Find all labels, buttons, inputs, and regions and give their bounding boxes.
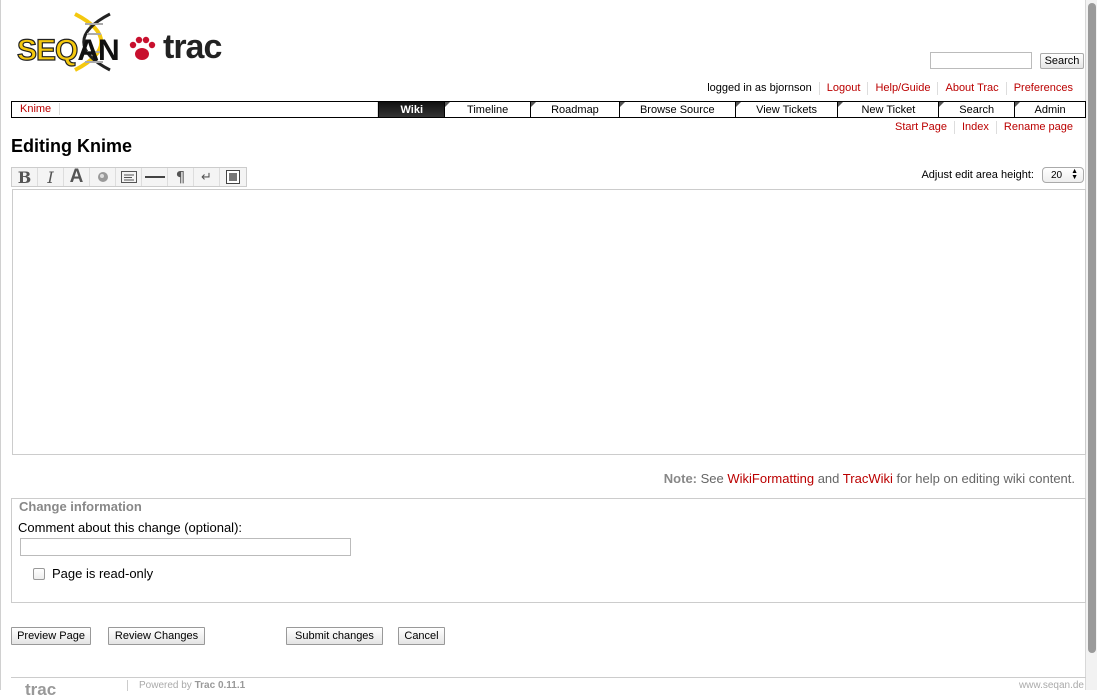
breadcrumb-knime-link[interactable]: Knime bbox=[20, 103, 61, 115]
site-url[interactable]: www.seqan.de bbox=[1019, 680, 1084, 691]
tab-timeline[interactable]: Timeline bbox=[444, 102, 530, 117]
vertical-scrollbar[interactable] bbox=[1085, 0, 1097, 690]
bold-icon[interactable]: B bbox=[12, 168, 38, 187]
breadcrumb: Knime bbox=[12, 102, 379, 117]
readonly-checkbox[interactable] bbox=[33, 567, 45, 580]
image-icon[interactable] bbox=[220, 168, 246, 186]
italic-icon[interactable]: I bbox=[38, 168, 64, 187]
adjust-height: Adjust edit area height: 20 ▲ ▼ bbox=[921, 167, 1084, 183]
tab-search[interactable]: Search bbox=[938, 102, 1014, 117]
logo-trac-text: trac bbox=[163, 28, 222, 66]
stepper-arrows-icon: ▲ ▼ bbox=[1071, 168, 1078, 181]
rename-page-link[interactable]: Rename page bbox=[1004, 121, 1073, 133]
preferences-link[interactable]: Preferences bbox=[1014, 82, 1073, 94]
main-nav: Knime Wiki Timeline Roadmap Browse Sourc… bbox=[11, 101, 1086, 118]
about-trac-link[interactable]: About Trac bbox=[945, 82, 998, 94]
help-guide-link[interactable]: Help/Guide bbox=[875, 82, 930, 94]
paragraph-icon[interactable]: ¶ bbox=[168, 168, 194, 186]
horizontal-rule-icon[interactable] bbox=[142, 168, 168, 186]
footer-trac-logo[interactable]: trac bbox=[25, 680, 56, 700]
logout-link[interactable]: Logout bbox=[827, 82, 861, 94]
line-break-icon[interactable]: ↵ bbox=[194, 168, 220, 186]
trac-version-link[interactable]: Trac 0.11.1 bbox=[195, 680, 246, 691]
tab-new-ticket[interactable]: New Ticket bbox=[837, 102, 938, 117]
tab-roadmap[interactable]: Roadmap bbox=[530, 102, 619, 117]
heading-icon[interactable]: A bbox=[64, 166, 90, 187]
page-title: Editing Knime bbox=[11, 136, 132, 156]
readonly-option: Page is read-only bbox=[33, 566, 153, 581]
link-icon[interactable] bbox=[90, 168, 116, 186]
paw-print-icon bbox=[129, 36, 156, 60]
edit-height-select[interactable]: 20 ▲ ▼ bbox=[1042, 167, 1084, 183]
meta-nav: logged in as bjornson Logout Help/Guide … bbox=[700, 82, 1080, 95]
search-input[interactable] bbox=[930, 52, 1032, 69]
adjust-height-label: Adjust edit area height: bbox=[921, 169, 1034, 181]
powered-by: Powered by Trac 0.11.1 bbox=[127, 680, 245, 691]
help-note: Note: See WikiFormatting and TracWiki fo… bbox=[663, 471, 1075, 486]
comment-input[interactable] bbox=[20, 538, 351, 556]
cancel-button[interactable]: Cancel bbox=[398, 627, 445, 645]
logged-in-user: logged in as bjornson bbox=[707, 82, 812, 94]
submit-changes-button[interactable]: Submit changes bbox=[286, 627, 383, 645]
review-changes-button[interactable]: Review Changes bbox=[108, 627, 205, 645]
preview-page-button[interactable]: Preview Page bbox=[11, 627, 91, 645]
wiki-text-editor[interactable] bbox=[12, 189, 1086, 455]
change-information-legend: Change information bbox=[16, 499, 145, 514]
context-nav: Start Page Index Rename page bbox=[888, 121, 1080, 134]
readonly-label: Page is read-only bbox=[52, 566, 154, 581]
scrollbar-thumb[interactable] bbox=[1088, 3, 1096, 653]
tab-view-tickets[interactable]: View Tickets bbox=[734, 102, 838, 117]
site-logo[interactable]: SEQAN trac bbox=[15, 12, 230, 72]
tab-admin[interactable]: Admin bbox=[1014, 102, 1085, 117]
code-block-icon[interactable] bbox=[116, 168, 142, 186]
search-button[interactable]: Search bbox=[1040, 53, 1084, 69]
comment-label: Comment about this change (optional): bbox=[18, 520, 243, 535]
trac-wiki-link[interactable]: TracWiki bbox=[843, 471, 893, 486]
tab-wiki[interactable]: Wiki bbox=[378, 102, 445, 117]
start-page-link[interactable]: Start Page bbox=[895, 121, 947, 133]
wiki-formatting-link[interactable]: WikiFormatting bbox=[727, 471, 814, 486]
index-link[interactable]: Index bbox=[962, 121, 989, 133]
logo-seqan-text: SEQAN bbox=[16, 33, 119, 67]
wiki-toolbar: B I A ¶ ↵ bbox=[11, 166, 247, 187]
footer: trac Powered by Trac 0.11.1 www.seqan.de bbox=[11, 677, 1086, 699]
tab-browse-source[interactable]: Browse Source bbox=[618, 102, 735, 117]
